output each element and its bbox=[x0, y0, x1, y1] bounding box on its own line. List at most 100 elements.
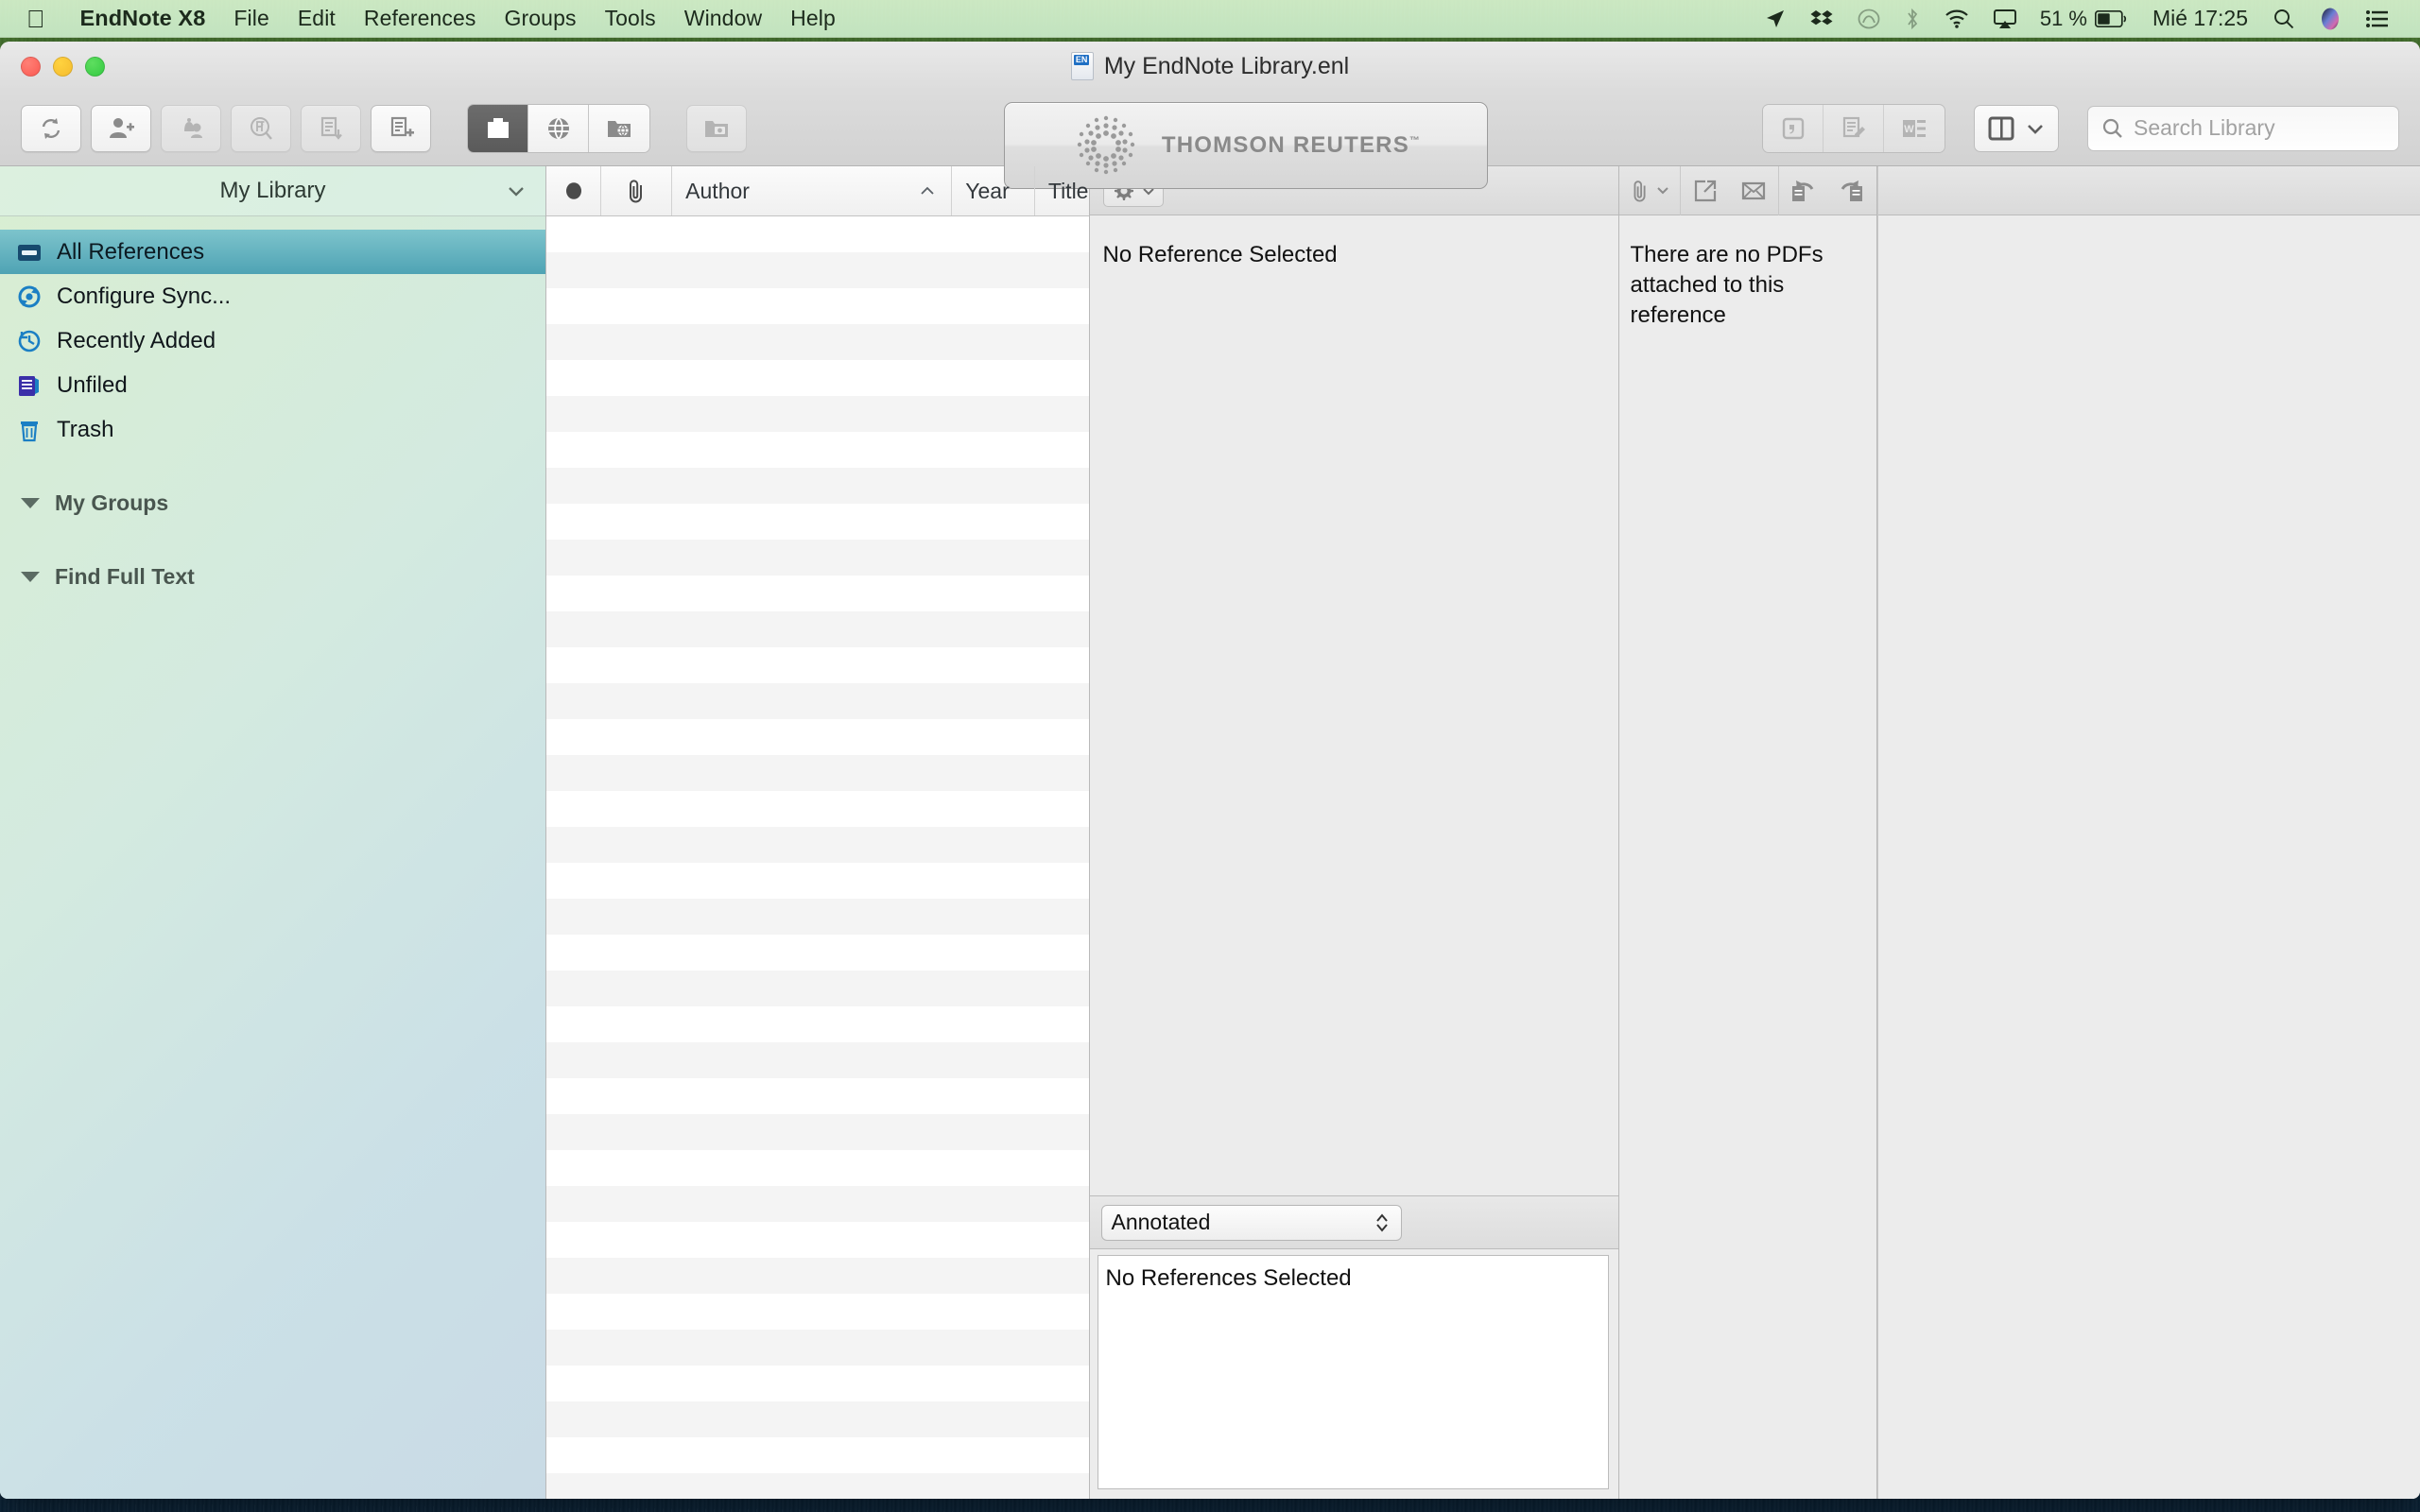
table-row[interactable] bbox=[546, 791, 1089, 827]
table-row[interactable] bbox=[546, 899, 1089, 935]
menu-item-file[interactable]: File bbox=[219, 6, 283, 31]
dropbox-icon[interactable] bbox=[1798, 9, 1845, 29]
table-row[interactable] bbox=[546, 468, 1089, 504]
table-row[interactable] bbox=[546, 935, 1089, 971]
layout-view-button[interactable] bbox=[1974, 104, 2059, 152]
disclosure-triangle-icon[interactable] bbox=[21, 497, 40, 508]
table-row[interactable] bbox=[546, 504, 1089, 540]
menu-item-references[interactable]: References bbox=[350, 6, 491, 31]
attach-file-button[interactable] bbox=[1619, 166, 1681, 215]
table-row[interactable] bbox=[546, 540, 1089, 576]
sync-button[interactable] bbox=[21, 104, 81, 152]
find-full-text-button[interactable] bbox=[231, 104, 291, 152]
sync-status-button[interactable] bbox=[686, 104, 747, 152]
format-bibliography-button[interactable] bbox=[1824, 104, 1884, 152]
rotate-left-button[interactable] bbox=[1779, 166, 1827, 215]
open-pdf-external-button[interactable] bbox=[1681, 166, 1729, 215]
table-row[interactable] bbox=[546, 1114, 1089, 1150]
table-row[interactable] bbox=[546, 252, 1089, 288]
notification-center-icon[interactable] bbox=[2354, 9, 2401, 28]
menu-item-help[interactable]: Help bbox=[776, 6, 850, 31]
sidebar-gap-2 bbox=[0, 525, 545, 554]
table-row[interactable] bbox=[546, 1042, 1089, 1078]
close-button[interactable] bbox=[21, 56, 41, 77]
creative-cloud-icon[interactable] bbox=[1845, 9, 1893, 29]
table-row[interactable] bbox=[546, 611, 1089, 647]
local-library-mode-button[interactable] bbox=[468, 104, 528, 152]
title-column[interactable]: Title bbox=[1035, 166, 1089, 215]
table-row[interactable] bbox=[546, 360, 1089, 396]
table-row[interactable] bbox=[546, 216, 1089, 252]
chevron-down-icon[interactable] bbox=[506, 184, 527, 198]
import-button[interactable] bbox=[301, 104, 361, 152]
table-row[interactable] bbox=[546, 683, 1089, 719]
disclosure-triangle-icon[interactable] bbox=[21, 571, 40, 582]
wifi-icon[interactable] bbox=[1932, 9, 1981, 28]
menu-item-groups[interactable]: Groups bbox=[491, 6, 591, 31]
table-row[interactable] bbox=[546, 288, 1089, 324]
table-row[interactable] bbox=[546, 1258, 1089, 1294]
table-row[interactable] bbox=[546, 1222, 1089, 1258]
table-row[interactable] bbox=[546, 396, 1089, 432]
sidebar-item-configure-sync[interactable]: Configure Sync... bbox=[0, 274, 545, 318]
table-row[interactable] bbox=[546, 1186, 1089, 1222]
menu-item-edit[interactable]: Edit bbox=[284, 6, 350, 31]
table-row[interactable] bbox=[546, 971, 1089, 1006]
online-search-mode-button[interactable] bbox=[528, 104, 589, 152]
share-library-button[interactable] bbox=[91, 104, 151, 152]
menu-item-tools[interactable]: Tools bbox=[591, 6, 670, 31]
window-titlebar[interactable]: My EndNote Library.enl bbox=[0, 42, 2420, 91]
sidebar-item-recently-added[interactable]: Recently Added bbox=[0, 318, 545, 363]
siri-icon[interactable] bbox=[2307, 7, 2354, 31]
integrated-mode-button[interactable] bbox=[589, 104, 649, 152]
sidebar-group-find-full-text[interactable]: Find Full Text bbox=[0, 554, 545, 599]
location-arrow-icon[interactable] bbox=[1753, 9, 1798, 29]
new-reference-button[interactable] bbox=[371, 104, 431, 152]
table-row[interactable] bbox=[546, 1294, 1089, 1330]
rotate-right-button[interactable] bbox=[1827, 166, 1876, 215]
search-input[interactable]: Search Library bbox=[2087, 105, 2399, 151]
table-row[interactable] bbox=[546, 576, 1089, 611]
table-row[interactable] bbox=[546, 719, 1089, 755]
email-pdf-button[interactable] bbox=[1729, 166, 1777, 215]
battery-icon[interactable] bbox=[2091, 9, 2139, 27]
bluetooth-icon[interactable] bbox=[1893, 8, 1932, 30]
menu-item-window[interactable]: Window bbox=[670, 6, 776, 31]
sidebar-item-trash[interactable]: Trash bbox=[0, 407, 545, 452]
table-row[interactable] bbox=[546, 755, 1089, 791]
table-row[interactable] bbox=[546, 1366, 1089, 1401]
table-row[interactable] bbox=[546, 863, 1089, 899]
apple-logo-icon[interactable]:  bbox=[26, 7, 45, 31]
rotate-left-icon bbox=[1792, 180, 1814, 201]
activity-feed-button[interactable] bbox=[161, 104, 221, 152]
insert-citation-button[interactable] bbox=[1763, 104, 1824, 152]
table-row[interactable] bbox=[546, 1078, 1089, 1114]
sidebar-group-my-groups[interactable]: My Groups bbox=[0, 480, 545, 525]
author-column[interactable]: Author bbox=[672, 166, 953, 215]
table-row[interactable] bbox=[546, 1401, 1089, 1437]
spotlight-search-icon[interactable] bbox=[2261, 9, 2307, 29]
go-to-word-button[interactable]: W bbox=[1884, 104, 1945, 152]
sidebar-item-all-references[interactable]: All References bbox=[0, 230, 545, 274]
attachment-column[interactable] bbox=[601, 166, 673, 215]
table-row[interactable] bbox=[546, 1150, 1089, 1186]
table-row[interactable] bbox=[546, 432, 1089, 468]
table-row[interactable] bbox=[546, 324, 1089, 360]
table-row[interactable] bbox=[546, 1437, 1089, 1473]
table-row[interactable] bbox=[546, 827, 1089, 863]
table-row[interactable] bbox=[546, 647, 1089, 683]
minimize-button[interactable] bbox=[53, 56, 73, 77]
library-selector[interactable]: My Library bbox=[0, 166, 545, 216]
airplay-icon[interactable] bbox=[1981, 9, 2029, 29]
output-style-popup[interactable]: Annotated bbox=[1100, 1204, 1402, 1241]
sidebar-item-unfiled[interactable]: Unfiled bbox=[0, 363, 545, 407]
read-status-column[interactable] bbox=[546, 166, 601, 215]
year-column[interactable]: Year bbox=[952, 166, 1035, 215]
table-row[interactable] bbox=[546, 1330, 1089, 1366]
menubar-clock[interactable]: Mié 17:25 bbox=[2139, 6, 2261, 31]
table-row[interactable] bbox=[546, 1006, 1089, 1042]
menu-item-endnote[interactable]: EndNote X8 bbox=[66, 6, 220, 31]
maximize-button[interactable] bbox=[85, 56, 105, 77]
reference-list-rows[interactable] bbox=[546, 216, 1089, 1499]
table-row[interactable] bbox=[546, 1473, 1089, 1499]
